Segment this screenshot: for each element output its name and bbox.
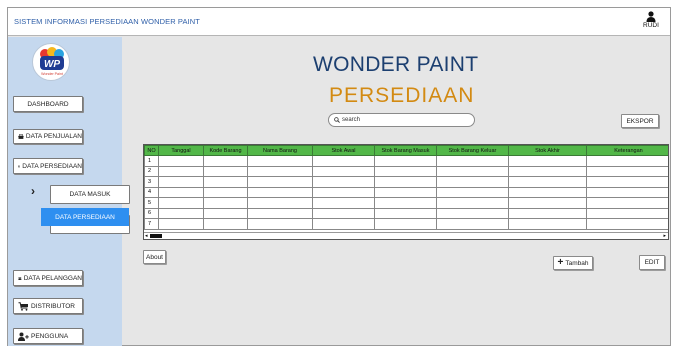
scroll-right-icon[interactable]: ▸ — [663, 233, 666, 239]
row-number: 2 — [144, 165, 159, 177]
about-label: About — [146, 253, 163, 261]
sidebar-item-label: DATA PERSEDIAAN — [22, 162, 82, 170]
add-user-icon — [18, 332, 29, 341]
search-input[interactable]: search — [328, 113, 475, 127]
user-icon — [646, 11, 656, 22]
persediaan-table: NO Tanggal Kode Barang Nama Barang Stok … — [143, 144, 669, 240]
top-bar: SISTEM INFORMASI PERSEDIAAN WONDER PAINT… — [8, 8, 670, 36]
sidebar-item-label: DISTRIBUTOR — [31, 302, 75, 310]
ekspor-label: EKSPOR — [626, 117, 654, 125]
users-icon — [18, 276, 22, 280]
search-placeholder: search — [342, 117, 361, 123]
table-row[interactable]: 2 — [144, 165, 668, 177]
wonder-paint-logo: WP Wonder Paint — [32, 43, 70, 81]
tambah-label: Tambah — [565, 259, 589, 267]
scroll-left-icon[interactable]: ◂ — [145, 233, 148, 239]
col-header-tanggal[interactable]: Tanggal — [158, 145, 204, 156]
col-header-stok-awal[interactable]: Stok Awal — [312, 145, 375, 156]
page-subtitle: PERSEDIAAN — [329, 84, 475, 107]
col-header-nama-barang[interactable]: Nama Barang — [247, 145, 313, 156]
app-title: SISTEM INFORMASI PERSEDIAAN WONDER PAINT — [14, 17, 200, 26]
ekspor-button[interactable]: EKSPOR — [621, 114, 659, 128]
table-row[interactable]: 5 — [144, 197, 668, 209]
app-window: SISTEM INFORMASI PERSEDIAAN WONDER PAINT… — [7, 7, 671, 346]
row-number: 6 — [144, 207, 159, 219]
edit-label: EDIT — [644, 259, 660, 266]
submenu-arrow-icon: › — [31, 184, 35, 198]
table-row[interactable]: 3 — [144, 176, 668, 188]
table-row[interactable]: 6 — [144, 207, 668, 219]
sidebar-item-label: DATA PENJUALAN — [25, 133, 82, 140]
col-header-keterangan[interactable]: Keterangan — [586, 145, 668, 156]
row-number: 5 — [144, 197, 159, 209]
cart-icon — [18, 301, 28, 311]
about-button[interactable]: About — [143, 250, 166, 264]
plus-icon: + — [557, 257, 564, 268]
table-row[interactable]: 4 — [144, 186, 668, 198]
table-row[interactable]: 7 — [144, 218, 668, 230]
sidebar-item-label: PENGGUNA — [31, 332, 69, 340]
scroll-thumb[interactable] — [150, 234, 162, 238]
logo-caption: Wonder Paint — [41, 72, 63, 76]
sidebar-item-label: DATA MASUK — [69, 191, 111, 198]
col-header-stok-masuk[interactable]: Stok Barang Masuk — [374, 145, 437, 156]
table-row[interactable]: 1 — [144, 155, 668, 167]
col-header-stok-keluar[interactable]: Stok Barang Keluar — [436, 145, 509, 156]
col-header-stok-akhir[interactable]: Stok Akhir — [508, 145, 587, 156]
row-number: 4 — [144, 186, 159, 198]
user-menu[interactable]: RUDI — [638, 11, 664, 29]
row-number: 1 — [144, 155, 159, 167]
sidebar-item-penjualan[interactable]: DATA PENJUALAN — [13, 129, 83, 144]
horizontal-scrollbar[interactable]: ◂ ▸ — [144, 232, 668, 239]
col-header-kode-barang[interactable]: Kode Barang — [203, 145, 248, 156]
sidebar-item-persediaan[interactable]: DATA PERSEDIAAN — [13, 158, 83, 174]
user-name: RUDI — [643, 22, 659, 29]
active-menu-data-persediaan[interactable]: DATA PERSEDIAAN — [41, 208, 129, 226]
active-menu-label: DATA PERSEDIAAN — [55, 213, 115, 221]
sidebar-item-data-masuk[interactable]: DATA MASUK — [50, 185, 130, 204]
sidebar: WP Wonder Paint DASHBOARD DATA PENJUALAN — [8, 37, 130, 346]
sidebar-item-pengguna[interactable]: PENGGUNA — [13, 328, 83, 344]
edit-button[interactable]: EDIT — [639, 255, 665, 270]
cash-register-icon — [18, 134, 24, 139]
sidebar-item-pelanggan[interactable]: DATA PELANGGAN — [13, 270, 83, 286]
tambah-button[interactable]: + Tambah — [553, 256, 593, 270]
page-title: WONDER PAINT — [313, 53, 479, 76]
row-number: 7 — [144, 218, 159, 230]
col-header-no[interactable]: NO — [144, 145, 159, 156]
search-icon — [334, 117, 340, 123]
table-icon — [18, 165, 21, 167]
sidebar-item-label: DASHBOARD — [27, 100, 69, 108]
row-number: 3 — [144, 176, 159, 188]
svg-text:WP: WP — [44, 59, 60, 70]
sidebar-item-label: DATA PELANGGAN — [23, 274, 82, 282]
sidebar-item-dashboard[interactable]: DASHBOARD — [13, 96, 83, 112]
table-header-row: NO Tanggal Kode Barang Nama Barang Stok … — [144, 145, 668, 156]
sidebar-item-distributor[interactable]: DISTRIBUTOR — [13, 298, 83, 314]
